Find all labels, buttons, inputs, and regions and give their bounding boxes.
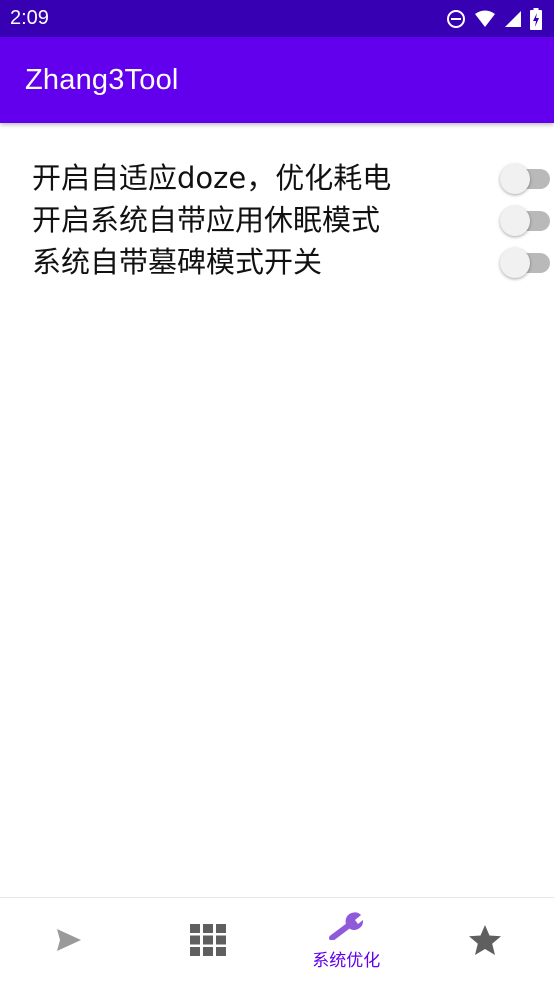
doze-toggle-switch[interactable] <box>500 163 550 194</box>
nav-label: 系统优化 <box>312 951 381 971</box>
send-icon <box>56 928 82 956</box>
nav-item-apps[interactable] <box>139 898 278 985</box>
setting-label: 开启系统自带应用休眠模式 <box>32 203 381 237</box>
wrench-icon <box>328 912 364 944</box>
setting-row-tombstone: 系统自带墓碑模式开关 <box>0 239 554 281</box>
app-title: Zhang3Tool <box>25 63 179 96</box>
tombstone-toggle-switch[interactable] <box>500 247 550 278</box>
apps-grid-icon <box>189 923 226 960</box>
setting-label: 系统自带墓碑模式开关 <box>32 245 323 279</box>
wifi-icon <box>474 10 496 28</box>
status-time: 2:09 <box>10 7 49 29</box>
switch-thumb <box>500 248 530 278</box>
nav-item-system-optimize[interactable]: 系统优化 <box>277 898 416 985</box>
battery-charging-icon <box>530 7 542 30</box>
app-bar: Zhang3Tool <box>0 37 554 123</box>
setting-row-doze: 开启自适应doze，优化耗电 <box>0 155 554 197</box>
status-bar: 2:09 <box>0 0 554 37</box>
bottom-navigation: 系统优化 <box>0 897 554 985</box>
nav-item-favorites[interactable] <box>416 898 554 985</box>
setting-label: 开启自适应doze，优化耗电 <box>32 161 392 195</box>
setting-row-app-hibernation: 开启系统自带应用休眠模式 <box>0 197 554 239</box>
nav-item-send[interactable] <box>0 898 139 985</box>
switch-thumb <box>500 206 530 236</box>
star-icon <box>468 924 502 960</box>
switch-thumb <box>500 164 530 194</box>
settings-list: 开启自适应doze，优化耗电 开启系统自带应用休眠模式 系统自带墓碑模式开关 <box>0 155 554 281</box>
status-icons <box>446 0 542 37</box>
cell-signal-icon <box>504 10 522 28</box>
app-hibernation-toggle-switch[interactable] <box>500 205 550 236</box>
do-not-disturb-icon <box>446 9 466 29</box>
